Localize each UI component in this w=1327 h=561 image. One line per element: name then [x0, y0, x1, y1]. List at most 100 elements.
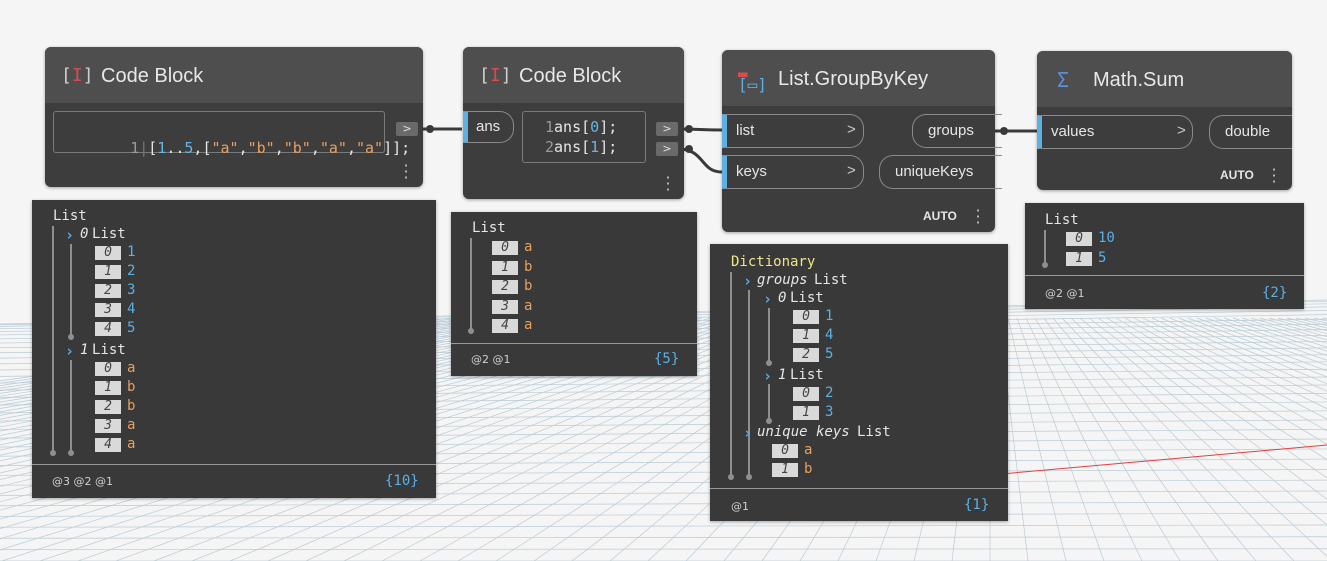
node-menu-icon[interactable]: · · · [1269, 162, 1279, 190]
dict-value-label: List [814, 272, 848, 288]
input-port-list[interactable]: list > [722, 114, 864, 148]
code-token: "a" [355, 139, 384, 157]
chevron-right-icon[interactable]: › [763, 290, 772, 308]
item-index: 1 [492, 260, 518, 275]
code-token: "b" [283, 139, 311, 157]
port-label: ans [476, 118, 501, 135]
sublist-label: List [92, 226, 126, 242]
item-index: 1 [793, 329, 819, 343]
code-token: 1 [590, 138, 600, 156]
item-value: b [524, 278, 533, 294]
code-token: [ [148, 139, 158, 157]
line-number: 1 [130, 139, 140, 157]
lacing-label[interactable]: AUTO [1220, 168, 1254, 182]
input-port-ans[interactable]: ans [463, 111, 514, 143]
item-value: 5 [127, 320, 136, 336]
item-value: 5 [825, 346, 834, 362]
code-token: 1 [157, 139, 167, 157]
code-token: , [310, 139, 320, 157]
list-levels: @3 @2 @1 [52, 475, 113, 488]
item-index: 1 [1066, 251, 1092, 266]
chevron-right-icon[interactable]: › [743, 272, 752, 290]
item-index: 0 [793, 310, 819, 324]
node-menu-icon[interactable]: · · · [663, 170, 673, 198]
code-editor[interactable]: 1ans[0]; 2ans[1]; [522, 111, 646, 163]
code-token: 0 [590, 118, 600, 136]
input-port-values[interactable]: values > [1037, 115, 1193, 149]
item-index: 0 [1066, 232, 1092, 246]
port-label: values [1051, 123, 1095, 140]
code-token: ]]; [383, 139, 411, 157]
preview-root-label: List [472, 220, 506, 236]
item-value: 4 [825, 327, 834, 343]
item-index: 3 [95, 419, 121, 433]
preview-panel-group-by-key[interactable]: Dictionary › groups List › 0 List 011425… [710, 244, 1008, 521]
node-header[interactable]: [I] Code Block [463, 47, 684, 103]
chevron-right-icon: > [1177, 122, 1186, 139]
preview-panel-code-block-2[interactable]: List 0a1b2b3a4a @2 @1 {5} [451, 212, 697, 376]
code-token: "a" [211, 139, 239, 157]
output-port-groups[interactable]: groups [912, 114, 1002, 148]
item-index: 0 [95, 362, 121, 376]
code-block-node-1[interactable]: [I] Code Block 1|[1..5,["a","b","b","a",… [45, 47, 423, 187]
item-index: 2 [492, 280, 518, 294]
node-menu-icon[interactable]: · · · [973, 203, 983, 231]
code-token: , [238, 139, 248, 157]
port-label: keys [736, 163, 767, 180]
output-port-button[interactable]: > [396, 122, 418, 136]
code-block-node-2[interactable]: [I] Code Block ans 1ans[0]; 2ans[1]; > >… [463, 47, 684, 199]
item-value: 4 [127, 301, 136, 317]
chevron-right-icon[interactable]: › [743, 424, 752, 442]
sublist-index: 1 [80, 342, 89, 358]
node-header[interactable]: ▬ [▭] List.GroupByKey [722, 50, 995, 106]
item-value: a [127, 436, 136, 452]
port-label: double [1225, 123, 1271, 140]
item-index: 2 [793, 348, 819, 362]
code-block-icon: [I] [479, 65, 512, 86]
code-editor[interactable]: 1|[1..5,["a","b","b","a","a"]]; [53, 111, 410, 157]
item-count: {10} [385, 473, 419, 489]
port-label: uniqueKeys [895, 163, 974, 180]
code-token: ]; [599, 118, 618, 136]
output-port-button-1[interactable]: > [656, 122, 678, 136]
item-index: 0 [492, 241, 518, 255]
output-port-unique-keys[interactable]: uniqueKeys [879, 155, 1002, 189]
item-index: 1 [772, 463, 798, 477]
code-token: , [346, 139, 356, 157]
code-token: ans[ [554, 138, 591, 156]
chevron-right-icon[interactable]: › [65, 342, 74, 360]
sigma-icon: Σ [1057, 68, 1070, 92]
item-value: a [524, 317, 533, 333]
item-value: b [804, 461, 813, 477]
list-levels: @1 [731, 500, 749, 513]
preview-panel-math-sum[interactable]: List 0 10 1 5 @2 @1 {2} [1025, 203, 1304, 309]
item-value: a [804, 442, 813, 458]
item-value: 3 [825, 404, 834, 420]
group-by-key-node[interactable]: ▬ [▭] List.GroupByKey list > keys > group… [722, 50, 1002, 232]
math-sum-node[interactable]: Σ Math.Sum values > double AUTO · · · [1037, 51, 1292, 190]
output-port-button-2[interactable]: > [656, 142, 678, 156]
lacing-label[interactable]: AUTO [923, 209, 957, 223]
preview-root-label: List [53, 208, 87, 224]
node-header[interactable]: [I] Code Block [45, 47, 423, 103]
list-levels: @2 @1 [1045, 287, 1085, 300]
item-count: {2} [1262, 285, 1288, 301]
sublist-index: 0 [778, 290, 787, 306]
port-label: list [736, 122, 755, 139]
chevron-right-icon[interactable]: › [763, 367, 772, 385]
code-token: ]; [599, 138, 618, 156]
item-index: 0 [772, 444, 798, 458]
item-value: a [127, 417, 136, 433]
output-port-double[interactable]: double [1209, 115, 1292, 149]
node-menu-icon[interactable]: · · · [401, 158, 411, 186]
item-value: 5 [1098, 249, 1107, 266]
chevron-right-icon[interactable]: › [65, 226, 74, 244]
node-header[interactable]: Σ Math.Sum [1037, 51, 1292, 107]
item-index: 1 [793, 406, 819, 420]
node-title: Math.Sum [1093, 69, 1185, 91]
input-port-keys[interactable]: keys > [722, 155, 864, 189]
list-node-icon: ▬ [▭] [738, 64, 767, 94]
item-count: {5} [654, 351, 680, 367]
code-block-icon: [I] [61, 65, 94, 86]
preview-panel-code-block-1[interactable]: List › 0 List 0112233445 › 1 List 0a1b2b… [32, 200, 436, 498]
